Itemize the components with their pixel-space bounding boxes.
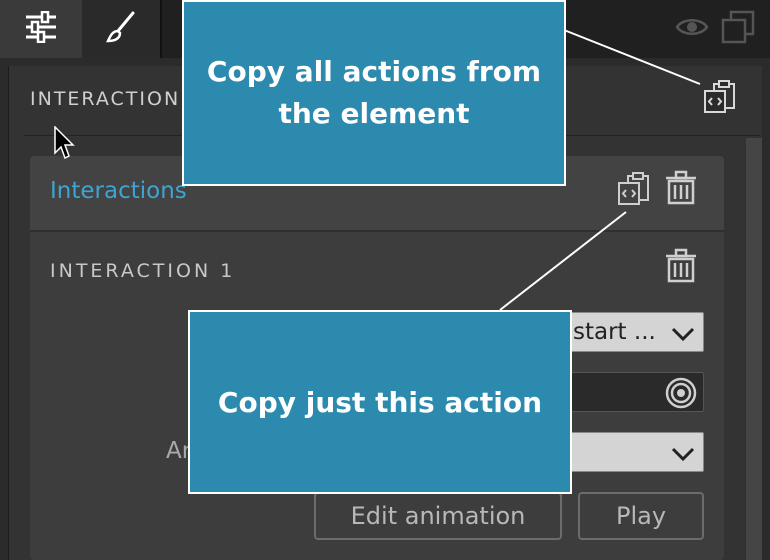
duplicate-icon <box>721 10 755 48</box>
copy-all-actions-icon[interactable] <box>702 80 738 118</box>
screenshot: INTERACTION Interactions INTERACTION 1 s… <box>0 0 770 560</box>
animation-select[interactable] <box>566 432 704 472</box>
sliders-icon <box>24 10 58 47</box>
trigger-value: start ... <box>573 319 656 345</box>
mouse-cursor-icon <box>54 125 76 164</box>
callout-copy-all: Copy all actions from the element <box>182 0 566 186</box>
chevron-down-icon <box>671 443 695 469</box>
trigger-select[interactable]: start ... <box>566 312 704 352</box>
play-button[interactable]: Play <box>578 492 704 540</box>
style-tab[interactable] <box>82 0 162 58</box>
visibility-button[interactable] <box>670 0 714 58</box>
target-field[interactable] <box>566 372 704 412</box>
settings-tab[interactable] <box>0 0 82 58</box>
edit-animation-button[interactable]: Edit animation <box>314 492 562 540</box>
duplicate-button[interactable] <box>716 0 760 58</box>
callout-copy-one: Copy just this action <box>188 310 572 494</box>
trash-icon[interactable] <box>664 248 698 288</box>
interactions-heading[interactable]: Interactions <box>50 178 187 204</box>
trash-icon[interactable] <box>664 170 698 210</box>
eye-icon <box>675 16 709 42</box>
target-picker-icon[interactable] <box>665 377 697 415</box>
scrollbar[interactable] <box>746 138 762 560</box>
interaction-1-label: INTERACTION 1 <box>50 260 236 282</box>
brush-icon <box>105 11 136 47</box>
copy-action-icon[interactable] <box>616 172 652 210</box>
chevron-down-icon <box>671 323 695 349</box>
panel-title: INTERACTION <box>30 88 181 110</box>
